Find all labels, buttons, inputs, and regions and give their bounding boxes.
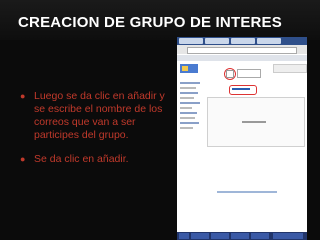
- sidebar-item[interactable]: [180, 102, 200, 104]
- sidebar-item[interactable]: [180, 97, 194, 99]
- address-bar[interactable]: [187, 47, 297, 54]
- system-tray: [273, 233, 303, 239]
- sidebar-item[interactable]: [180, 112, 197, 114]
- bullet-text: Luego se da clic en añadir y se escribe …: [34, 90, 165, 141]
- sidebar-item[interactable]: [180, 122, 199, 124]
- taskbar-item[interactable]: [251, 233, 269, 239]
- add-icon[interactable]: [226, 70, 234, 78]
- browser-tab[interactable]: [231, 38, 255, 44]
- footer-links[interactable]: [217, 191, 277, 193]
- browser-tab[interactable]: [205, 38, 229, 44]
- taskbar-icon[interactable]: [179, 233, 189, 239]
- account-area[interactable]: [273, 64, 307, 73]
- browser-tab-strip: [177, 37, 307, 45]
- members-input-highlight[interactable]: [229, 85, 257, 95]
- browser-tab[interactable]: [257, 38, 281, 44]
- bullet-item: ● Se da clic en añadir.: [18, 153, 178, 166]
- panel-text: [242, 121, 266, 123]
- sidebar-item[interactable]: [180, 92, 198, 94]
- bullet-dot-icon: ●: [20, 91, 26, 101]
- bullet-item: ● Luego se da clic en añadir y se escrib…: [18, 90, 178, 142]
- toolbar-button[interactable]: [237, 69, 261, 78]
- sidebar-item[interactable]: [180, 82, 200, 84]
- sidebar: [180, 82, 202, 132]
- bullet-list: ● Luego se da clic en añadir y se escrib…: [18, 90, 178, 177]
- members-input-text: [232, 88, 250, 90]
- taskbar-item[interactable]: [231, 233, 249, 239]
- taskbar-item[interactable]: [211, 233, 229, 239]
- embedded-screenshot: [177, 37, 307, 240]
- sidebar-item[interactable]: [180, 127, 193, 129]
- logo-accent-icon: [182, 66, 188, 71]
- bullet-text: Se da clic en añadir.: [34, 153, 129, 165]
- sidebar-item[interactable]: [180, 87, 196, 89]
- sidebar-item[interactable]: [180, 117, 195, 119]
- taskbar-item[interactable]: [191, 233, 209, 239]
- browser-tab[interactable]: [179, 38, 203, 44]
- bullet-dot-icon: ●: [20, 154, 26, 164]
- slide-title: CREACION DE GRUPO DE INTERES: [18, 14, 282, 31]
- taskbar: [177, 232, 307, 240]
- slide: CREACION DE GRUPO DE INTERES ● Luego se …: [0, 0, 320, 240]
- menu-bar: [177, 55, 307, 61]
- sidebar-item[interactable]: [180, 107, 192, 109]
